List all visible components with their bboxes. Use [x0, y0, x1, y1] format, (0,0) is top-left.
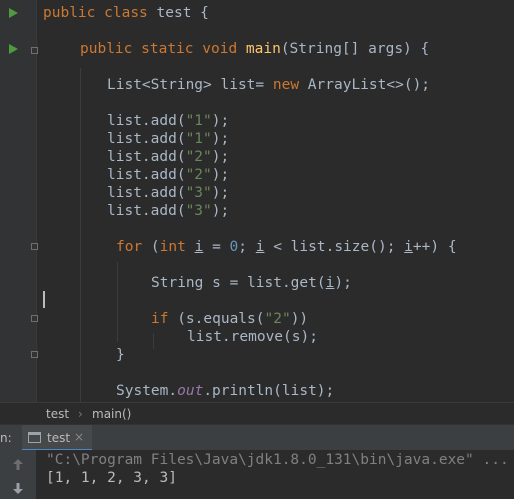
gutter-separator — [36, 0, 37, 402]
text-caret — [43, 291, 45, 308]
breadcrumb-class[interactable]: test — [46, 407, 69, 421]
console-output[interactable]: "C:\Program Files\Java\jdk1.8.0_131\bin\… — [36, 450, 514, 499]
editor-gutter — [0, 0, 36, 402]
console-command-line: "C:\Program Files\Java\jdk1.8.0_131\bin\… — [46, 452, 509, 468]
arrow-up-icon[interactable] — [13, 459, 23, 470]
code-line-add: list.add("2"); — [107, 149, 230, 165]
code-line-list-init: List<String> list= new ArrayList<>(); — [107, 77, 431, 93]
code-line-for-loop: for (int i = 0; i < list.size(); i++) { — [116, 239, 457, 255]
code-line-if: if (s.equals("2")) — [151, 311, 309, 327]
fold-for-end-icon[interactable] — [31, 351, 38, 358]
code-line-add: list.add("3"); — [107, 185, 230, 201]
code-line-add: list.add("3"); — [107, 203, 230, 219]
arrow-down-icon[interactable] — [13, 483, 23, 494]
indent-guide — [117, 262, 118, 342]
breadcrumb-separator: › — [78, 407, 83, 421]
code-line-add: list.add("1"); — [107, 113, 230, 129]
run-panel-label: n: — [0, 431, 12, 445]
close-icon[interactable]: × — [74, 430, 84, 444]
code-line-get: String s = list.get(i); — [151, 275, 352, 291]
tab-test-label: test — [47, 431, 71, 445]
fold-if-icon[interactable] — [31, 315, 38, 322]
code-line-add: list.add("2"); — [107, 167, 230, 183]
breadcrumb: test › main() — [0, 402, 514, 425]
code-line-close-brace: } — [116, 347, 125, 363]
run-main-icon[interactable] — [9, 44, 18, 54]
indent-guide — [80, 68, 81, 402]
run-toolbar — [0, 450, 36, 499]
indent-guide — [153, 333, 154, 349]
tab-test[interactable]: test × — [22, 425, 92, 451]
breadcrumb-method[interactable]: main() — [92, 407, 131, 421]
code-line-add: list.add("1"); — [107, 131, 230, 147]
fold-main-icon[interactable] — [31, 47, 38, 54]
fold-for-icon[interactable] — [31, 243, 38, 250]
run-panel-header: n: test × — [0, 424, 514, 451]
code-line-class-declaration: public class test { — [43, 5, 209, 21]
console-output-line: [1, 1, 2, 3, 3] — [46, 470, 177, 486]
code-line-print: System.out.println(list); — [116, 383, 335, 399]
code-line-main-declaration: public static void main(String[] args) { — [80, 41, 430, 57]
console-icon — [28, 432, 41, 443]
run-class-icon[interactable] — [9, 8, 18, 18]
code-line-remove: list.remove(s); — [187, 329, 318, 345]
